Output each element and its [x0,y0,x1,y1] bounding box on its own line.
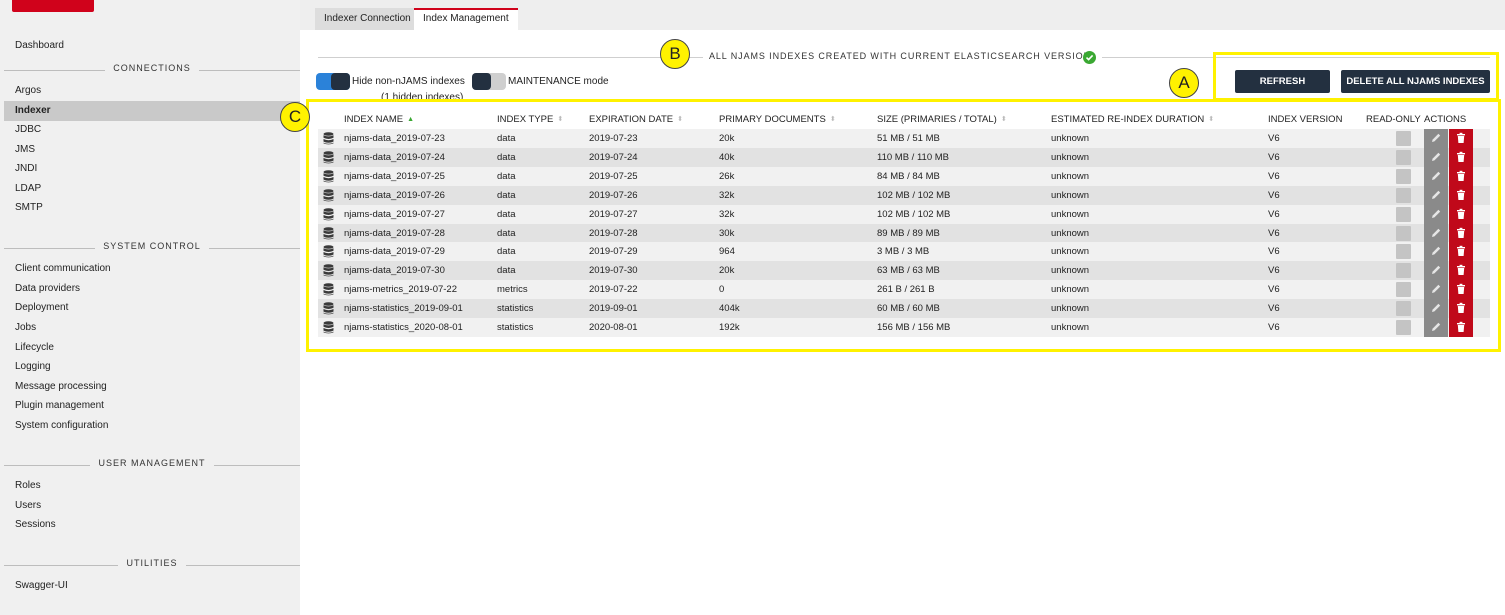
callout-b: B [660,39,690,69]
sidebar-item-roles[interactable]: Roles [4,476,300,496]
sidebar-item-plugin-management[interactable]: Plugin management [4,396,300,416]
tab-indexer-connection[interactable]: Indexer Connection [315,8,420,30]
sidebar-item-dashboard[interactable]: Dashboard [4,36,300,56]
sidebar-item-jndi[interactable]: JNDI [4,159,300,179]
tab-index-management[interactable]: Index Management [414,8,518,30]
sidebar-item-message-processing[interactable]: Message processing [4,377,300,397]
sidebar-item-jobs[interactable]: Jobs [4,318,300,338]
section-header-connections: CONNECTIONS [4,63,300,77]
sidebar-item-client-communication[interactable]: Client communication [4,259,300,279]
status-divider-left [318,57,703,58]
sidebar-item-sessions[interactable]: Sessions [4,515,300,535]
toggle-knob [331,73,350,90]
app-root: Dashboard CONNECTIONS Argos Indexer JDBC… [0,0,1505,615]
sidebar-item-system-configuration[interactable]: System configuration [4,416,300,436]
sidebar-item-ldap[interactable]: LDAP [4,179,300,199]
sidebar-item-argos[interactable]: Argos [4,81,300,101]
maintenance-mode-toggle[interactable] [472,73,506,90]
hide-non-njams-toggle[interactable] [316,73,350,90]
sidebar: Dashboard CONNECTIONS Argos Indexer JDBC… [0,0,300,615]
sidebar-item-swagger-ui[interactable]: Swagger-UI [4,576,300,596]
sidebar-item-users[interactable]: Users [4,496,300,516]
section-header-utilities: UTILITIES [4,558,300,572]
section-title: SYSTEM CONTROL [95,241,209,251]
section-title: USER MANAGEMENT [90,458,214,468]
hide-non-njams-label: Hide non-nJAMS indexes [352,76,465,87]
sidebar-item-data-providers[interactable]: Data providers [4,279,300,299]
sidebar-item-indexer[interactable]: Indexer [4,101,300,121]
section-header-system-control: SYSTEM CONTROL [4,241,300,255]
section-title: UTILITIES [118,558,186,568]
sidebar-item-jms[interactable]: JMS [4,140,300,160]
sidebar-item-jdbc[interactable]: JDBC [4,120,300,140]
callout-a: A [1169,68,1199,98]
maintenance-mode-label: MAINTENANCE mode [508,76,609,87]
sidebar-item-smtp[interactable]: SMTP [4,198,300,218]
logo[interactable] [12,0,94,12]
toggle-knob [472,73,491,90]
callout-c: C [280,102,310,132]
sidebar-item-lifecycle[interactable]: Lifecycle [4,338,300,358]
sidebar-item-deployment[interactable]: Deployment [4,298,300,318]
section-header-user-management: USER MANAGEMENT [4,458,300,472]
check-circle-icon [1083,51,1096,64]
index-version-status: ALL NJAMS INDEXES CREATED WITH CURRENT E… [709,51,1095,61]
tab-bar: Indexer Connection Index Management [300,0,1505,30]
sidebar-item-logging[interactable]: Logging [4,357,300,377]
highlight-box-a [1213,52,1499,101]
highlight-box-c [306,99,1501,352]
section-title: CONNECTIONS [105,63,199,73]
